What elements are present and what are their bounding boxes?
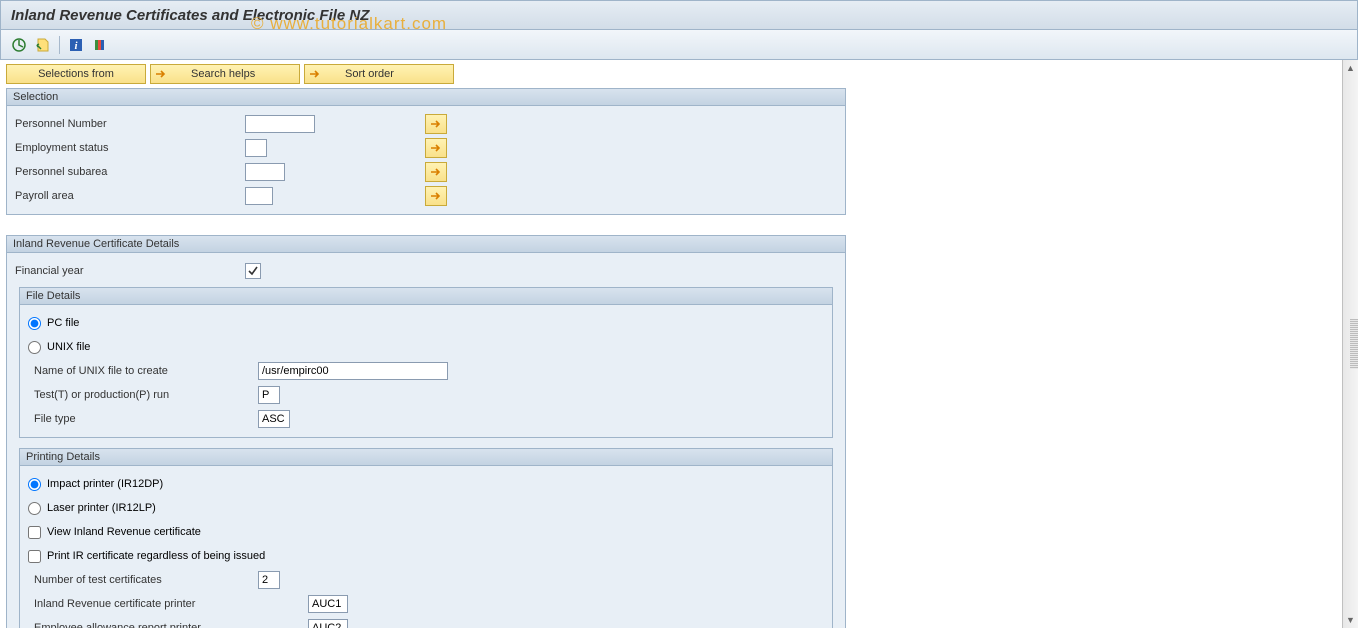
sort-order-label: Sort order [345,68,394,80]
ir-details-group: Inland Revenue Certificate Details Finan… [6,235,846,628]
action-button-bar: Selections from Search helps Sort order [6,64,1336,84]
impact-printer-radio[interactable]: Impact printer (IR12DP) [28,478,163,491]
run-type-label: Test(T) or production(P) run [28,389,258,401]
num-test-input[interactable] [258,571,280,589]
payroll-area-multi-select[interactable] [425,186,447,206]
ir-printer-input[interactable] [308,595,348,613]
laser-printer-radio[interactable]: Laser printer (IR12LP) [28,502,156,515]
arrow-right-icon [309,69,321,79]
file-type-label: File type [28,413,258,425]
file-details-title: File Details [20,288,832,305]
search-helps-button[interactable]: Search helps [150,64,300,84]
personnel-number-input[interactable] [245,115,315,133]
scroll-up-icon[interactable]: ▲ [1343,60,1358,76]
unix-name-label: Name of UNIX file to create [28,365,258,377]
page-title: Inland Revenue Certificates and Electron… [11,7,369,24]
laser-printer-label: Laser printer (IR12LP) [47,502,156,514]
print-regardless-label: Print IR certificate regardless of being… [47,550,265,562]
sort-order-button[interactable]: Sort order [304,64,454,84]
search-helps-label: Search helps [191,68,255,80]
personnel-subarea-input[interactable] [245,163,285,181]
flag-icon[interactable] [90,35,110,55]
run-type-input[interactable] [258,386,280,404]
execute-icon[interactable] [9,35,29,55]
personnel-subarea-label: Personnel subarea [15,166,245,178]
payroll-area-input[interactable] [245,187,273,205]
selections-from-label: Selections from [38,68,114,80]
employment-status-multi-select[interactable] [425,138,447,158]
selections-from-button[interactable]: Selections from [6,64,146,84]
employment-status-label: Employment status [15,142,245,154]
financial-year-label: Financial year [15,265,245,277]
title-bar: Inland Revenue Certificates and Electron… [0,0,1358,30]
get-variant-icon[interactable] [33,35,53,55]
ir-printer-label: Inland Revenue certificate printer [28,598,308,610]
allow-printer-input[interactable] [308,619,348,628]
payroll-area-label: Payroll area [15,190,245,202]
allow-printer-label: Employee allowance report printer [28,622,308,628]
app-toolbar: i © www.tutorialkart.com [0,30,1358,60]
selection-group: Selection Personnel Number Employment st… [6,88,846,215]
unix-name-input[interactable] [258,362,448,380]
info-icon[interactable]: i [66,35,86,55]
impact-printer-label: Impact printer (IR12DP) [47,478,163,490]
file-type-input[interactable] [258,410,290,428]
main-content: Selections from Search helps Sort order … [0,60,1342,628]
personnel-number-label: Personnel Number [15,118,245,130]
selection-group-title: Selection [7,89,845,106]
scroll-down-icon[interactable]: ▼ [1343,612,1358,628]
personnel-subarea-multi-select[interactable] [425,162,447,182]
view-cert-checkbox[interactable]: View Inland Revenue certificate [28,526,201,539]
pc-file-label: PC file [47,317,79,329]
personnel-number-multi-select[interactable] [425,114,447,134]
ir-details-title: Inland Revenue Certificate Details [7,236,845,253]
unix-file-radio[interactable]: UNIX file [28,341,90,354]
employment-status-input[interactable] [245,139,267,157]
print-regardless-checkbox[interactable]: Print IR certificate regardless of being… [28,550,265,563]
financial-year-checkbox[interactable] [245,263,261,279]
pc-file-radio[interactable]: PC file [28,317,79,330]
scroll-grip-icon[interactable] [1350,319,1358,369]
num-test-label: Number of test certificates [28,574,258,586]
vertical-scrollbar[interactable]: ▲ ▼ [1342,60,1358,628]
toolbar-separator [59,36,60,54]
printing-details-group: Printing Details Impact printer (IR12DP)… [19,448,833,628]
printing-details-title: Printing Details [20,449,832,466]
unix-file-label: UNIX file [47,341,90,353]
view-cert-label: View Inland Revenue certificate [47,526,201,538]
arrow-right-icon [155,69,167,79]
file-details-group: File Details PC file UNIX file Name of U… [19,287,833,438]
